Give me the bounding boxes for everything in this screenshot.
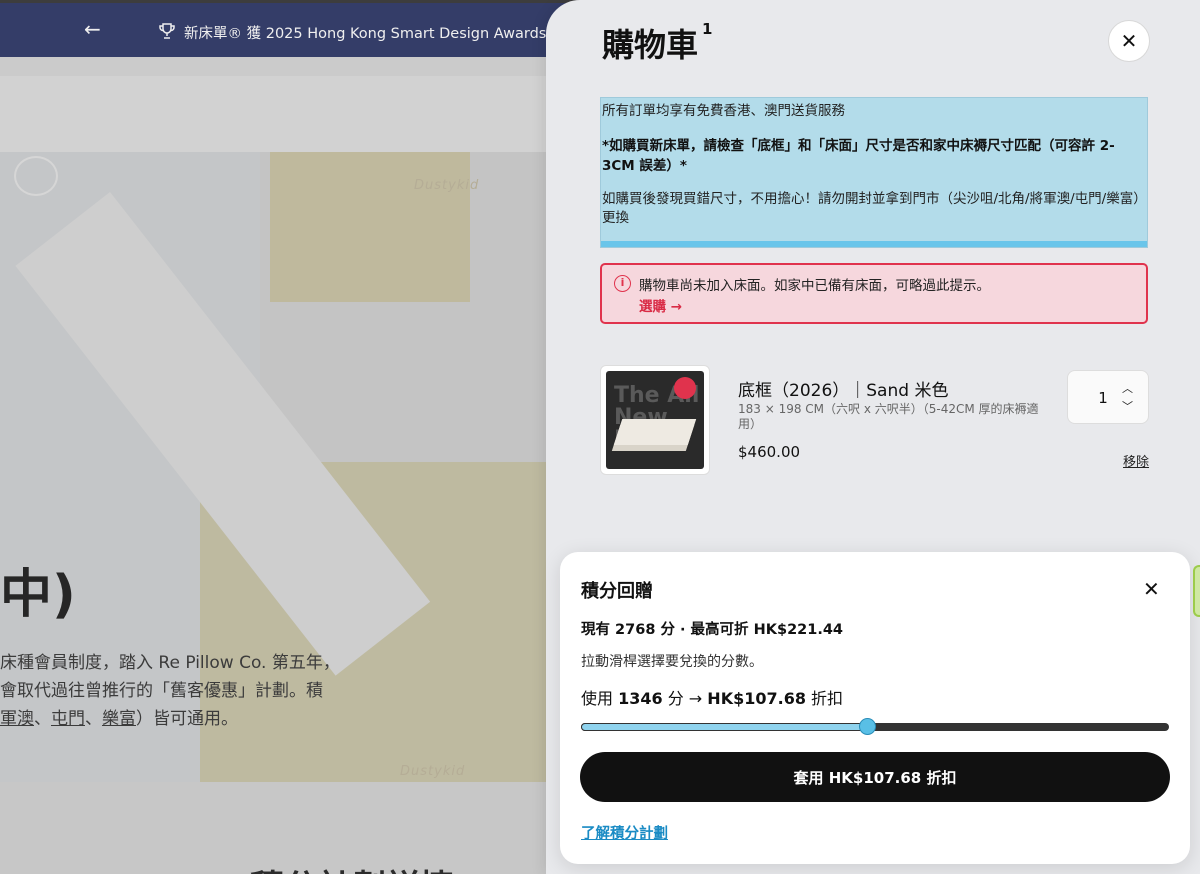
apply-discount-button[interactable]: 套用 HK$107.68 折扣: [580, 752, 1170, 802]
notice-line: 如購買後發現買錯尺寸，不用擔心！請勿開封並拿到門市（尖沙咀/北角/將軍澳/屯門/…: [602, 191, 1140, 226]
close-icon[interactable]: ✕: [1143, 577, 1160, 601]
info-icon: i: [614, 275, 631, 292]
shop-link[interactable]: 選購 →: [639, 295, 682, 315]
slider-fill: [581, 723, 867, 731]
close-cart-button[interactable]: ✕: [1108, 20, 1150, 62]
shipping-notice: 所有訂單均享有免費香港、澳門送貨服務 *如購買新床單，請檢查「底框」和「床面」尺…: [600, 97, 1148, 248]
alert-message: 購物車尚未加入床面。如家中已備有床面，可略過此提示。: [639, 278, 990, 294]
points-reward-panel: 積分回贈 ✕ 現有 2768 分 · 最高可折 HK$221.44 拉動滑桿選擇…: [560, 552, 1190, 864]
notice-line: 所有訂單均享有免費香港、澳門送貨服務: [602, 103, 845, 119]
slider-handle[interactable]: [858, 718, 876, 735]
chevron-down-icon[interactable]: ﹀: [1122, 398, 1133, 414]
product-price: $460.00: [738, 443, 801, 461]
notice-bar: [601, 241, 1147, 247]
missing-mattress-alert: i 購物車尚未加入床面。如家中已備有床面，可略過此提示。 選購 →: [600, 263, 1148, 324]
remove-item-link[interactable]: 移除: [1123, 451, 1149, 470]
product-name[interactable]: 底框（2026）｜Sand 米色: [738, 376, 948, 401]
cart-title: 購物車: [602, 26, 699, 64]
quantity-value[interactable]: 1: [1096, 389, 1110, 407]
quantity-stepper[interactable]: 1 ︿ ﹀: [1067, 370, 1149, 424]
points-title: 積分回贈: [581, 581, 653, 602]
points-usage: 使用 1346 分 → HK$107.68 折扣: [581, 689, 844, 708]
close-icon: ✕: [1120, 29, 1138, 53]
product-illustration: [613, 419, 697, 445]
product-image[interactable]: The All New Base.: [600, 365, 710, 475]
points-slider[interactable]: [581, 718, 1169, 735]
notice-line: *如購買新床單，請檢查「底框」和「床面」尺寸是否和家中床褥尺寸匹配（可容許 2-…: [602, 138, 1115, 174]
side-widget-tab[interactable]: [1193, 565, 1200, 617]
points-hint: 拉動滑桿選擇要兌換的分數。: [581, 654, 763, 670]
product-badge: [674, 377, 696, 399]
product-spec: 183 × 198 CM（六呎 x 六呎半）（5-42CM 厚的床褥適用）: [738, 402, 1039, 431]
chevron-up-icon[interactable]: ︿: [1122, 380, 1133, 396]
points-balance: 現有 2768 分 · 最高可折 HK$221.44: [581, 622, 844, 638]
learn-points-link[interactable]: 了解積分計劃: [581, 822, 668, 843]
cart-count: 1: [702, 20, 713, 38]
